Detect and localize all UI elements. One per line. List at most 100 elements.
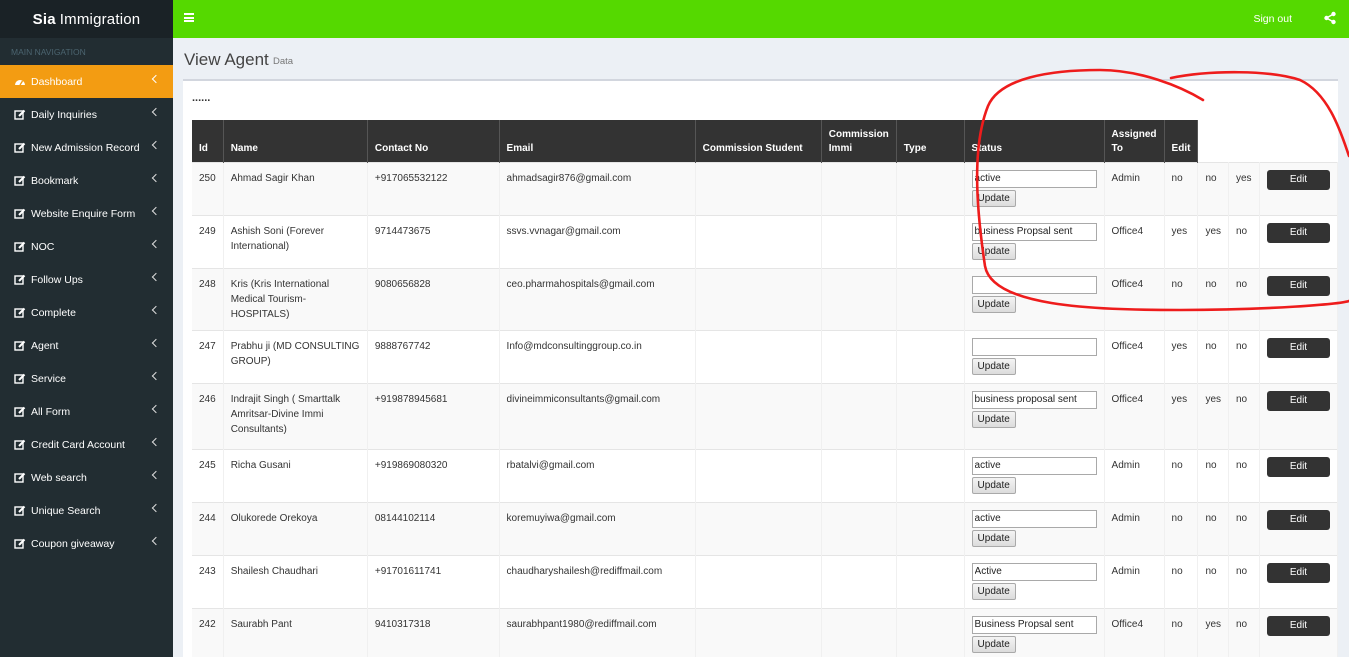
edit-button[interactable]: Edit (1266, 456, 1330, 477)
table-row: 250 Ahmad Sagir Khan +917065532122 ahmadsag… (192, 161, 1339, 215)
table-row: 243 Shailesh Chaudhari +91701611741 chaudha… (192, 554, 1339, 608)
edit-button[interactable]: Edit (1266, 390, 1330, 411)
update-button[interactable]: Update (971, 410, 1016, 428)
edit-button[interactable]: Edit (1266, 275, 1330, 296)
cell-commission-student (695, 607, 822, 657)
status-input[interactable] (971, 222, 1097, 241)
dashboard-icon (14, 76, 26, 88)
status-input[interactable] (971, 456, 1097, 475)
chevron-left-icon (151, 239, 161, 249)
cell-edit: Edit (1259, 382, 1339, 449)
sidebar-item-credit-card-account[interactable]: Credit Card Account (0, 428, 173, 461)
status-input[interactable] (971, 509, 1097, 528)
cell-status: Update (964, 554, 1105, 608)
status-input[interactable] (971, 337, 1097, 356)
update-button[interactable]: Update (971, 295, 1016, 313)
sidebar-item-follow-ups[interactable]: Follow Ups (0, 263, 173, 296)
menu-toggle-icon[interactable] (184, 13, 194, 22)
status-input[interactable] (971, 169, 1097, 188)
edit-icon (14, 274, 26, 286)
cell-flag-2: no (1197, 329, 1229, 383)
edit-button[interactable]: Edit (1266, 509, 1330, 530)
sidebar-item-agent[interactable]: Agent (0, 329, 173, 362)
cell-flag-3: no (1228, 267, 1260, 330)
chevron-left-icon (151, 338, 161, 348)
table-header-row: Id Name Contact No Email Commission Stud… (192, 120, 1338, 162)
sidebar-item-noc[interactable]: NOC (0, 230, 173, 263)
sign-out-link[interactable]: Sign out (1253, 13, 1292, 25)
cell-status: Update (964, 214, 1105, 268)
sidebar-item-service[interactable]: Service (0, 362, 173, 395)
sidebar-item-complete[interactable]: Complete (0, 296, 173, 329)
cell-assigned-to: Office4 (1104, 267, 1165, 330)
cell-flag-1: no (1164, 607, 1199, 657)
update-button[interactable]: Update (971, 357, 1016, 375)
cell-flag-2: no (1197, 501, 1229, 555)
sidebar-item-dashboard[interactable]: Dashboard (0, 65, 173, 98)
edit-button[interactable]: Edit (1266, 337, 1330, 358)
cell-flag-1: yes (1164, 214, 1199, 268)
share-icon[interactable] (1323, 11, 1337, 25)
cell-commission-student (695, 214, 822, 268)
edit-icon (14, 109, 26, 121)
app-logo[interactable]: Sia Immigration (0, 0, 173, 38)
sidebar-item-daily-inquiries[interactable]: Daily Inquiries (0, 98, 173, 131)
chevron-left-icon (151, 272, 161, 282)
cell-flag-2: yes (1197, 607, 1229, 657)
update-button[interactable]: Update (971, 189, 1016, 207)
cell-assigned-to: Admin (1104, 448, 1165, 502)
sidebar-item-unique-search[interactable]: Unique Search (0, 494, 173, 527)
cell-name: Kris (Kris International Medical Tourism… (223, 267, 368, 330)
status-input[interactable] (971, 275, 1097, 294)
update-button[interactable]: Update (971, 476, 1016, 494)
edit-button[interactable]: Edit (1266, 222, 1330, 243)
update-button[interactable]: Update (971, 242, 1016, 260)
col-name: Name (223, 120, 368, 162)
status-input[interactable] (971, 615, 1097, 634)
sidebar-item-label: Complete (31, 306, 76, 319)
sidebar-item-label: NOC (31, 240, 55, 253)
cell-commission-student (695, 382, 822, 449)
edit-button[interactable]: Edit (1266, 562, 1330, 583)
cell-email: ssvs.vvnagar@gmail.com (499, 214, 696, 268)
edit-icon (14, 505, 26, 517)
chevron-left-icon (151, 173, 161, 183)
edit-button[interactable]: Edit (1266, 615, 1330, 636)
update-button[interactable]: Update (971, 582, 1016, 600)
status-input[interactable] (971, 562, 1097, 581)
edit-icon (14, 406, 26, 418)
edit-icon (14, 538, 26, 550)
cell-contact: +91701611741 (367, 554, 500, 608)
cell-name: Richa Gusani (223, 448, 368, 502)
sidebar-item-all-form[interactable]: All Form (0, 395, 173, 428)
sidebar-item-coupon-giveaway[interactable]: Coupon giveaway (0, 527, 173, 560)
chevron-left-icon (151, 206, 161, 216)
cell-assigned-to: Office4 (1104, 214, 1165, 268)
col-blank-3 (1259, 120, 1338, 162)
edit-button[interactable]: Edit (1266, 169, 1330, 190)
update-button[interactable]: Update (971, 529, 1016, 547)
cell-name: Ahmad Sagir Khan (223, 161, 368, 215)
update-button[interactable]: Update (971, 635, 1016, 653)
sidebar-item-web-search[interactable]: Web search (0, 461, 173, 494)
sidebar-item-new-admission-record[interactable]: New Admission Record (0, 131, 173, 164)
cell-commission-immi (821, 448, 897, 502)
sidebar-item-label: Web search (31, 471, 87, 484)
cell-type (896, 329, 965, 383)
chevron-left-icon (151, 437, 161, 447)
sidebar-item-bookmark[interactable]: Bookmark (0, 164, 173, 197)
cell-status: Update (964, 501, 1105, 555)
status-input[interactable] (971, 390, 1097, 409)
chevron-left-icon (151, 74, 161, 84)
edit-icon (14, 373, 26, 385)
cell-flag-1: no (1164, 448, 1199, 502)
cell-flag-3: no (1228, 607, 1260, 657)
sidebar-item-label: All Form (31, 405, 71, 418)
cell-status: Update (964, 607, 1105, 657)
content-area: View Agent Data ...... Id Name Contact N… (173, 38, 1349, 657)
table-row: 244 Olukorede Orekoya 08144102114 koremuyiw… (192, 501, 1339, 555)
page-title: View Agent (184, 50, 269, 69)
cell-email: rbatalvi@gmail.com (499, 448, 696, 502)
cell-commission-immi (821, 607, 897, 657)
sidebar-item-website-enquire-form[interactable]: Website Enquire Form (0, 197, 173, 230)
